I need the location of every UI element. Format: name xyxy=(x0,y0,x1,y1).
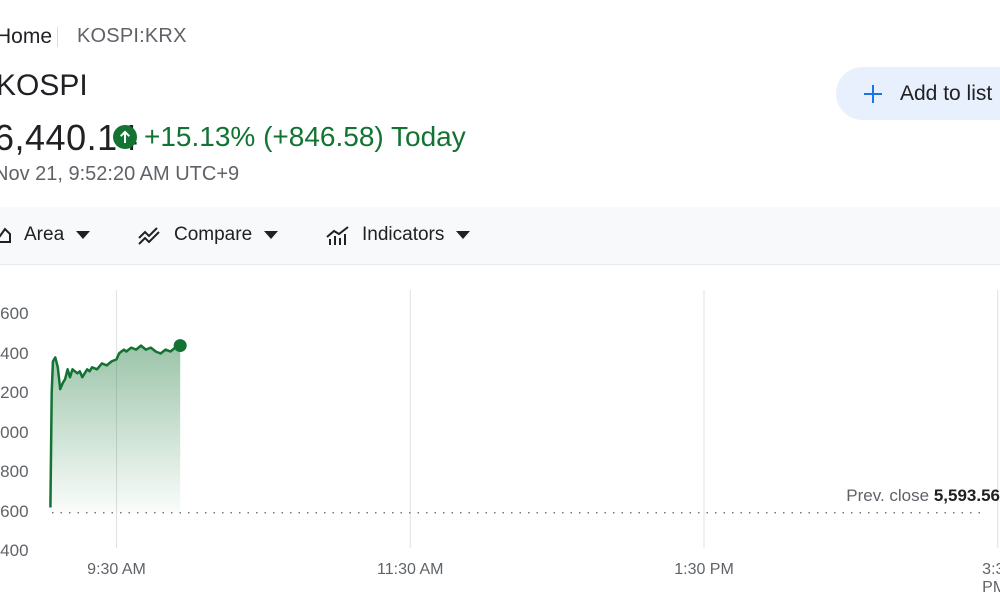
y-tick-label: 6,200 xyxy=(0,383,29,402)
breadcrumb-ticker: KOSPI:KRX xyxy=(77,25,187,47)
price-area-fill xyxy=(50,345,181,513)
compare-dropdown[interactable]: Compare xyxy=(138,223,279,247)
prev-close-label: Prev. close 5,593.56 xyxy=(846,486,1000,506)
prev-close-value: 5,593.56 xyxy=(933,486,1000,505)
y-tick-label: 5,800 xyxy=(0,462,29,481)
page-title: KOSPI xyxy=(0,69,88,102)
price-timestamp: Nov 21, 9:52:20 AM UTC+9 xyxy=(0,163,240,185)
breadcrumb-divider xyxy=(57,27,58,47)
indicators-icon xyxy=(326,226,349,245)
y-tick-label: 6,600 xyxy=(0,304,29,323)
x-tick-label: 9:30 AM xyxy=(87,561,146,578)
price-chart[interactable]: 9:30 AM 11:30 AM 1:30 PM 3:30 PM 6,600 6,400 6… xyxy=(0,265,1000,600)
x-tick-label: 11:30 AM xyxy=(377,561,444,578)
chart-toolbar: Area Compare Indicators xyxy=(0,207,1000,265)
compare-icon xyxy=(138,227,160,245)
y-tick-label: 5,400 xyxy=(0,541,29,560)
price-change: +15.13% (+846.58) Today xyxy=(144,121,466,152)
caret-down-icon xyxy=(264,231,279,239)
prev-close-text: Prev. close xyxy=(846,486,930,505)
y-tick-label: 6,400 xyxy=(0,343,29,363)
chart-type-label: Area xyxy=(24,224,65,245)
compare-label: Compare xyxy=(174,224,253,245)
chart-type-dropdown[interactable]: Area xyxy=(0,223,91,247)
add-to-list-button[interactable]: Add to list xyxy=(836,67,1000,120)
x-tick-label: 1:30 PM xyxy=(674,561,734,578)
y-tick-label: 6,000 xyxy=(0,422,29,442)
indicators-label: Indicators xyxy=(362,224,445,245)
add-to-list-label: Add to list xyxy=(900,81,993,105)
plus-icon xyxy=(864,84,882,103)
price-chart-svg xyxy=(49,290,999,548)
y-tick-label: 5,600 xyxy=(0,501,29,521)
breadcrumb-home-link[interactable]: Home xyxy=(0,25,52,49)
latest-price-point[interactable] xyxy=(173,339,187,353)
area-chart-icon xyxy=(0,227,11,243)
arrow-up-circle-icon xyxy=(113,125,137,149)
caret-down-icon xyxy=(456,231,471,239)
indicators-dropdown[interactable]: Indicators xyxy=(326,223,471,247)
caret-down-icon xyxy=(76,231,91,239)
x-tick-label: 3:30 PM xyxy=(982,561,1000,596)
